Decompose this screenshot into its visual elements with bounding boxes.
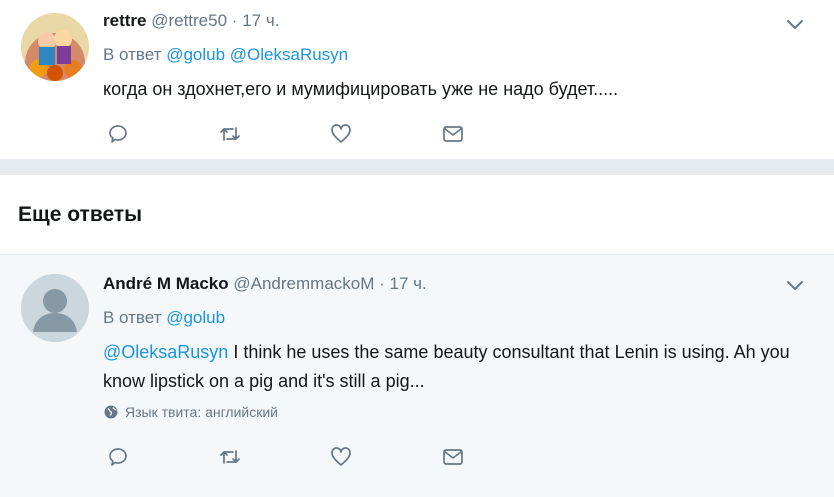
separator-dot: · xyxy=(231,11,238,30)
reply-user-link[interactable]: @golub xyxy=(166,308,225,327)
tweet-actions xyxy=(103,445,483,469)
section-divider xyxy=(0,159,834,175)
reply-prefix: В ответ xyxy=(103,308,162,327)
speech-bubble-icon[interactable] xyxy=(106,445,130,469)
chevron-down-icon[interactable] xyxy=(786,15,804,33)
heart-outline-icon[interactable] xyxy=(329,122,353,146)
mention-link[interactable]: @OleksaRusyn xyxy=(103,342,228,362)
more-replies-section: Еще ответы xyxy=(0,175,834,254)
tweet-card-rettre[interactable]: rettre @rettre50 · 17 ч. В ответ @golub … xyxy=(0,0,834,159)
avatar-image xyxy=(21,13,89,81)
timestamp[interactable]: 17 ч. xyxy=(242,11,279,30)
reply-prefix: В ответ xyxy=(103,45,162,64)
section-title: Еще ответы xyxy=(18,203,143,226)
heart-outline-icon[interactable] xyxy=(329,445,353,469)
globe-icon xyxy=(104,405,118,419)
language-text: Язык твита: английский xyxy=(125,404,278,420)
tweet-text: @OleksaRusyn I think he uses the same be… xyxy=(103,338,818,396)
tweet-text: когда он здохнет,его и мумифицировать уж… xyxy=(103,79,619,99)
timestamp[interactable]: 17 ч. xyxy=(390,274,427,293)
tweet-card-andre[interactable]: André M Macko @AndremmackoM · 17 ч. В от… xyxy=(0,254,834,497)
user-handle[interactable]: @rettre50 xyxy=(151,11,227,30)
avatar[interactable] xyxy=(21,274,89,342)
separator-dot: · xyxy=(379,274,385,293)
reply-user-link[interactable]: @golub xyxy=(166,45,225,64)
reply-user-link[interactable]: @OleksaRusyn xyxy=(230,45,348,64)
chevron-down-icon[interactable] xyxy=(786,276,804,294)
reply-context: В ответ @golub @OleksaRusyn xyxy=(103,45,348,65)
avatar[interactable] xyxy=(21,13,89,81)
retweet-arrows-icon[interactable] xyxy=(218,445,242,469)
envelope-icon[interactable] xyxy=(441,445,465,469)
retweet-arrows-icon[interactable] xyxy=(218,122,242,146)
user-handle[interactable]: @AndremmackoM xyxy=(233,274,374,293)
reply-context: В ответ @golub xyxy=(103,308,225,328)
speech-bubble-icon[interactable] xyxy=(106,122,130,146)
language-note: Язык твита: английский xyxy=(103,404,278,420)
envelope-icon[interactable] xyxy=(441,122,465,146)
tweet-header: rettre @rettre50 · 17 ч. xyxy=(103,11,279,31)
user-name[interactable]: André M Macko xyxy=(103,274,229,293)
default-avatar-icon xyxy=(21,274,89,342)
tweet-actions xyxy=(103,122,483,146)
tweet-header: André M Macko @AndremmackoM · 17 ч. xyxy=(103,274,427,294)
user-name[interactable]: rettre xyxy=(103,11,146,30)
